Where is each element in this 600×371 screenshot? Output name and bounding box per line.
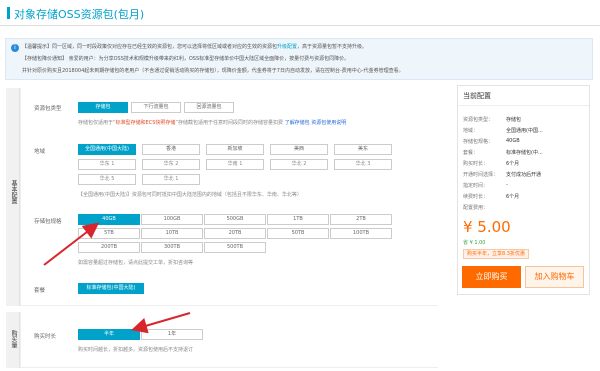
arrow-to-duration <box>131 312 191 334</box>
config-key-capacity: 存储包规格： <box>463 139 494 145</box>
price-value: ¥ 5.00 <box>463 218 511 236</box>
config-key-fee: 配置费用： <box>463 205 489 211</box>
config-val-renew: 6个月 <box>506 194 520 200</box>
config-val-start: 支付成功后开通 <box>506 172 542 178</box>
config-key-specified-time: 指定时间： <box>463 183 489 189</box>
config-key-type: 资源包类型： <box>463 117 494 123</box>
config-val-type: 存储包 <box>506 117 522 123</box>
arrow-to-capacity <box>43 222 100 266</box>
promo-badge: 购买半年，立享8.3折优惠 <box>463 249 529 259</box>
config-val-package: 标准存储包(中... <box>506 150 543 156</box>
buy-now-button[interactable]: 立即购买 <box>462 266 521 288</box>
config-key-renew: 续费时长： <box>463 194 489 200</box>
config-val-region: 全国通用(中国... <box>506 128 543 134</box>
config-val-specified-time: - <box>506 182 508 188</box>
config-key-duration: 购买时长： <box>463 161 489 167</box>
add-to-cart-button[interactable]: 加入购物车 <box>525 266 584 288</box>
config-val-duration: 6个月 <box>506 161 520 167</box>
config-title: 当前配置 <box>458 86 589 106</box>
config-key-start: 开通时间选择： <box>463 172 499 178</box>
current-config-panel: 当前配置 资源包类型： 存储包 地域： 全国通用(中国... 存储包规格： 40… <box>457 85 590 295</box>
config-val-capacity: 40GB <box>506 138 520 144</box>
config-key-package: 套餐： <box>463 150 479 156</box>
save-amount: 省 ¥ 1.00 <box>463 240 486 246</box>
config-key-region: 地域： <box>463 128 479 134</box>
